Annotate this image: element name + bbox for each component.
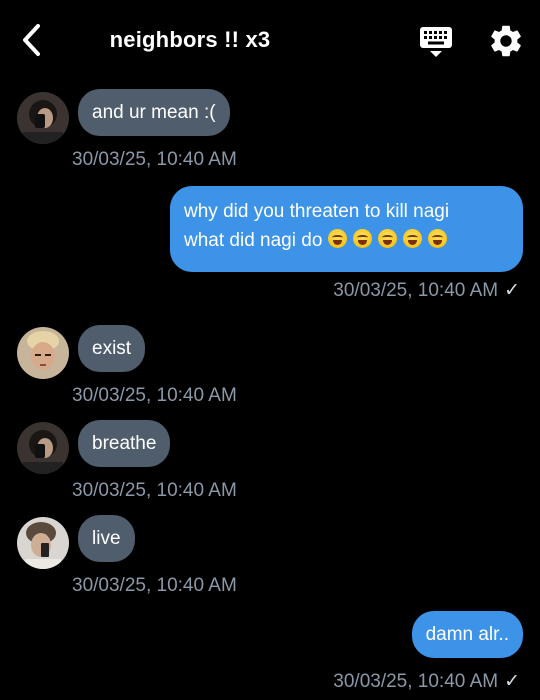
sent-check-icon: ✓ — [504, 280, 520, 301]
message-text: breathe — [92, 433, 157, 454]
message-bubble-outgoing[interactable]: why did you threaten to kill nagi what d… — [170, 186, 523, 272]
message-bubble-incoming[interactable]: live — [78, 515, 135, 562]
avatar[interactable] — [17, 92, 69, 144]
avatar[interactable] — [17, 327, 69, 379]
gear-icon — [491, 25, 521, 57]
keyboard-icon — [420, 27, 452, 57]
message-timestamp: 30/03/25, 10:40 AM — [72, 149, 237, 170]
avatar[interactable] — [17, 422, 69, 474]
avatar[interactable] — [17, 517, 69, 569]
settings-button[interactable] — [487, 22, 525, 60]
chat-header: neighbors !! x3 — [0, 0, 540, 84]
message-text: what did nagi do — [184, 230, 323, 251]
message-bubble-outgoing[interactable]: damn alr.. — [411, 611, 523, 658]
message-text: exist — [92, 338, 132, 359]
message-timestamp: 30/03/25, 10:40 AM — [72, 385, 237, 406]
crying-emoji-icon — [403, 229, 423, 248]
message-text: live — [92, 528, 121, 549]
message-timestamp: 30/03/25, 10:40 AM — [72, 575, 237, 596]
message-timestamp: 30/03/25, 10:40 AM ✓ — [333, 279, 520, 302]
timestamp-text: 30/03/25, 10:40 AM — [333, 280, 499, 301]
message-timestamp: 30/03/25, 10:40 AM ✓ — [333, 670, 520, 693]
keyboard-button[interactable] — [418, 24, 454, 60]
message-timestamp: 30/03/25, 10:40 AM — [72, 480, 237, 501]
brown-haired-avatar — [17, 517, 69, 569]
message-text-line: why did you threaten to kill nagi — [184, 201, 450, 222]
crying-emoji-icon — [353, 229, 373, 248]
dark-haired-avatar — [17, 92, 69, 144]
crying-emoji-icon — [378, 229, 398, 248]
message-bubble-incoming[interactable]: breathe — [78, 420, 171, 467]
message-text: and ur mean :( — [92, 102, 216, 123]
message-bubble-incoming[interactable]: and ur mean :( — [78, 89, 230, 136]
sent-check-icon: ✓ — [504, 671, 520, 692]
dark-haired-avatar — [17, 422, 69, 474]
message-bubble-incoming[interactable]: exist — [78, 325, 146, 372]
crying-emoji-icon — [328, 229, 348, 248]
message-text-line-2: what did nagi do — [184, 226, 509, 255]
message-text: damn alr.. — [425, 624, 509, 645]
chat-title[interactable]: neighbors !! x3 — [0, 27, 380, 53]
timestamp-text: 30/03/25, 10:40 AM — [333, 671, 499, 692]
blond-avatar — [17, 327, 69, 379]
crying-emoji-icon — [428, 229, 448, 248]
